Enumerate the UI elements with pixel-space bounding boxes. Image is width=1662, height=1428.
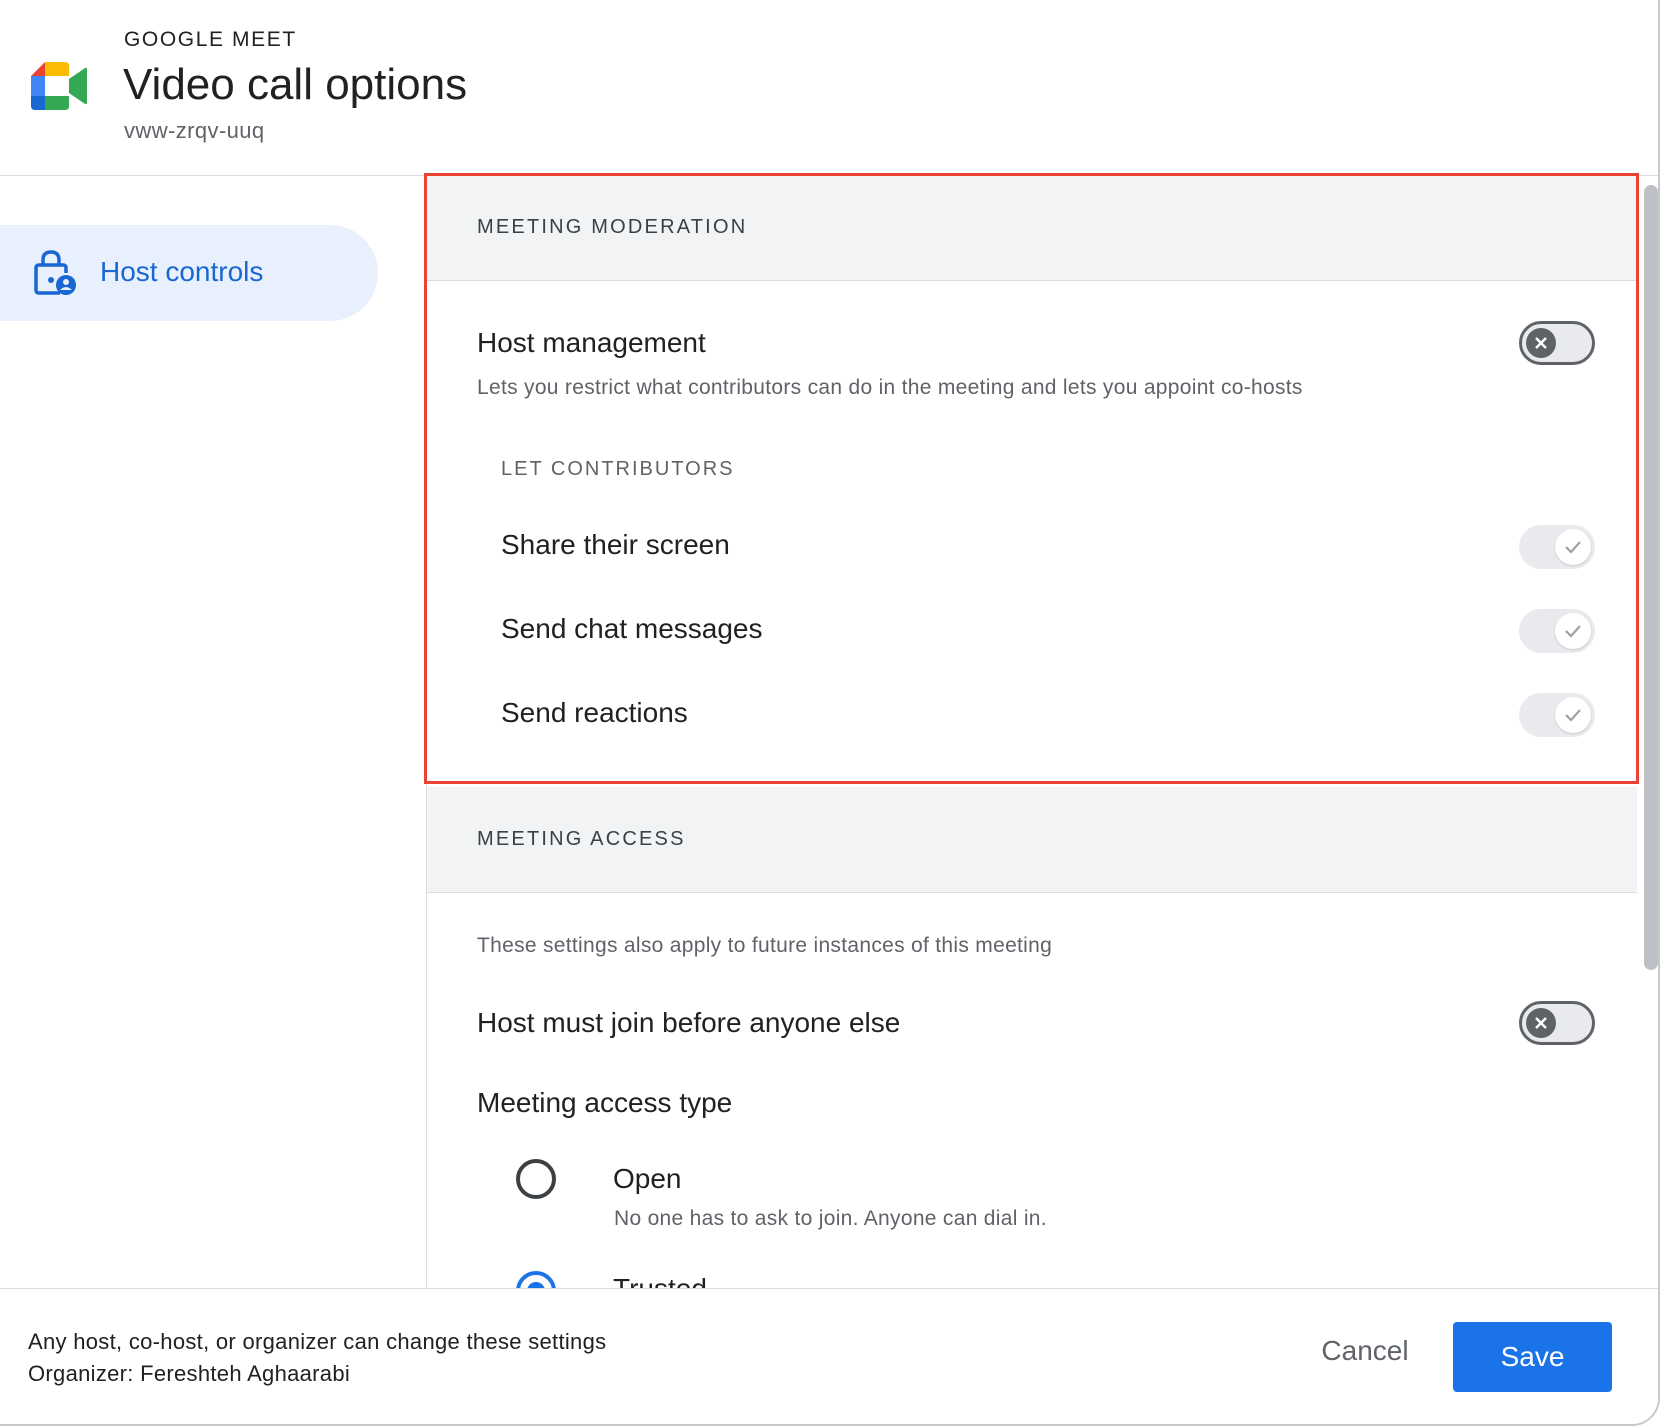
- permissions-note: Any host, co-host, or organizer can chan…: [28, 1329, 607, 1354]
- dialog-header: GOOGLE MEET Video call options vww-zrqv-…: [0, 0, 1658, 176]
- organizer-text: Organizer: Fereshteh Aghaarabi: [28, 1361, 351, 1386]
- host-management-description: Lets you restrict what contributors can …: [477, 376, 1303, 399]
- open-option-description: No one has to ask to join. Anyone can di…: [614, 1207, 1047, 1230]
- radio-trusted[interactable]: [516, 1271, 556, 1288]
- access-type-label: Meeting access type: [477, 1087, 733, 1118]
- check-icon: [1565, 709, 1581, 722]
- toggle-knob: [1555, 697, 1591, 733]
- host-management-toggle[interactable]: [1519, 321, 1595, 365]
- sidebar-item-label: Host controls: [100, 256, 264, 287]
- section-title-access: MEETING ACCESS: [477, 828, 686, 850]
- close-icon: [1535, 337, 1547, 349]
- settings-panel: MEETING MODERATION Host management Lets …: [426, 175, 1637, 1288]
- toggle-knob: [1526, 328, 1556, 358]
- let-contributors-heading: LET CONTRIBUTORS: [501, 458, 735, 480]
- send-reactions-toggle[interactable]: [1519, 693, 1595, 737]
- dialog-title: Video call options: [123, 60, 468, 109]
- check-icon: [1565, 541, 1581, 554]
- send-chat-label: Send chat messages: [501, 613, 763, 644]
- toggle-knob: [1526, 1008, 1556, 1038]
- meeting-moderation-header: MEETING MODERATION: [427, 175, 1637, 281]
- host-management-label: Host management: [477, 327, 706, 358]
- section-title-moderation: MEETING MODERATION: [477, 216, 748, 238]
- meeting-code: vww-zrqv-uuq: [124, 118, 265, 143]
- radio-open[interactable]: [516, 1159, 556, 1199]
- dialog-footer: Any host, co-host, or organizer can chan…: [0, 1288, 1658, 1424]
- lock-person-icon: [34, 250, 76, 295]
- sidebar-item-host-controls[interactable]: Host controls: [0, 225, 378, 321]
- google-meet-logo-icon: [31, 62, 87, 110]
- scrollbar-thumb[interactable]: [1644, 185, 1658, 970]
- check-icon: [1565, 625, 1581, 638]
- save-button[interactable]: Save: [1453, 1322, 1612, 1392]
- cancel-button[interactable]: Cancel: [1300, 1319, 1430, 1383]
- video-call-options-dialog: GOOGLE MEET Video call options vww-zrqv-…: [0, 0, 1660, 1426]
- meeting-access-header: MEETING ACCESS: [427, 787, 1637, 893]
- send-chat-toggle[interactable]: [1519, 609, 1595, 653]
- app-name: GOOGLE MEET: [124, 28, 297, 51]
- access-note: These settings also apply to future inst…: [477, 934, 1053, 957]
- host-join-first-label: Host must join before anyone else: [477, 1007, 901, 1038]
- send-reactions-label: Send reactions: [501, 697, 688, 728]
- close-icon: [1535, 1017, 1547, 1029]
- trusted-option-label[interactable]: Trusted: [613, 1273, 707, 1288]
- share-screen-label: Share their screen: [501, 529, 730, 560]
- toggle-knob: [1555, 529, 1591, 565]
- share-screen-toggle[interactable]: [1519, 525, 1595, 569]
- open-option-label[interactable]: Open: [613, 1163, 682, 1195]
- toggle-knob: [1555, 613, 1591, 649]
- host-join-first-toggle[interactable]: [1519, 1001, 1595, 1045]
